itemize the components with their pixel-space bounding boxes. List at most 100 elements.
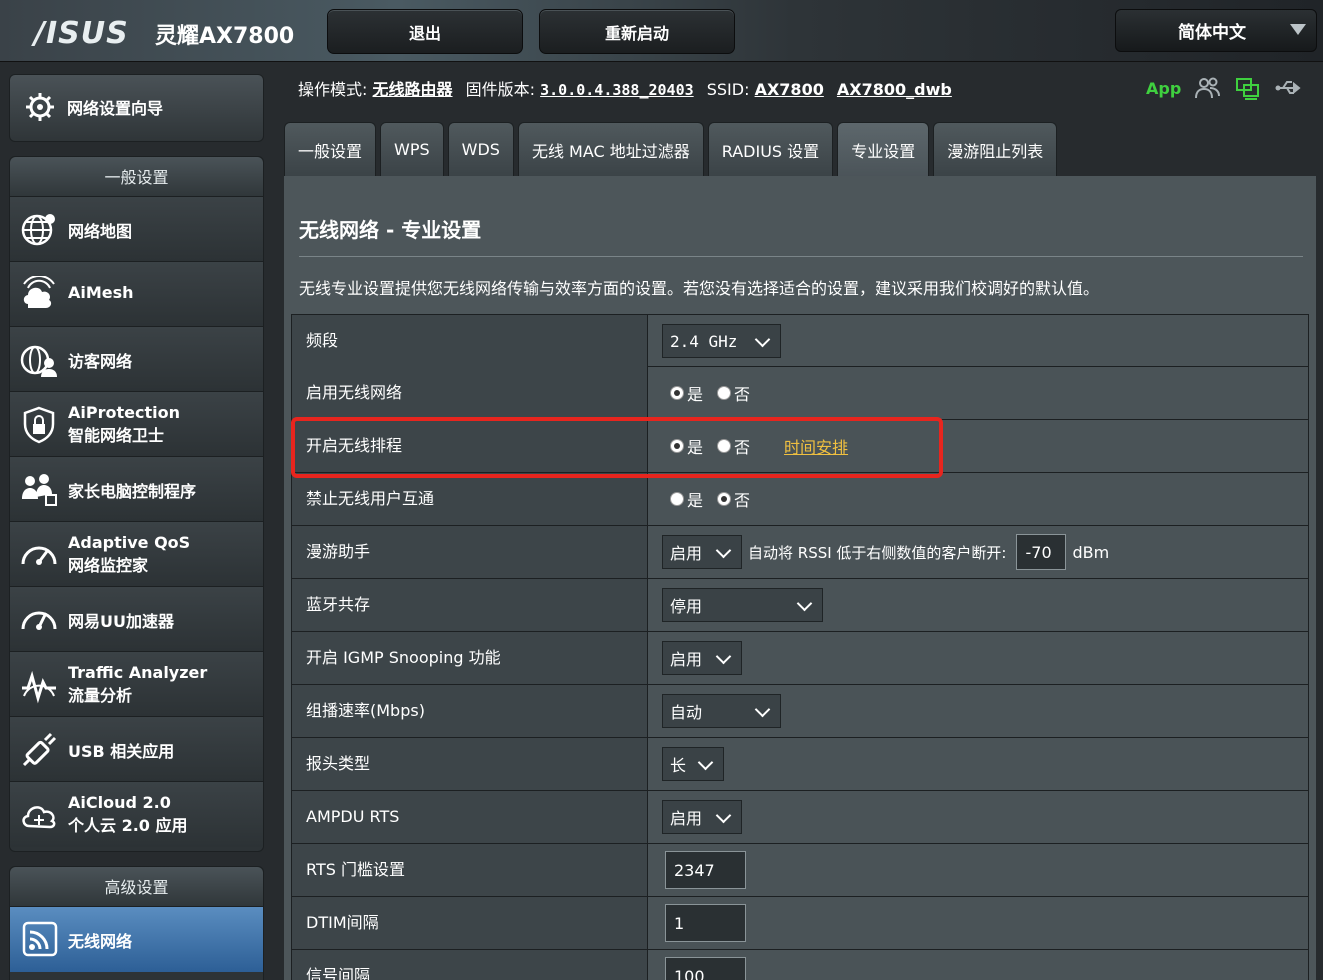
row-label: DTIM间隔: [292, 897, 648, 949]
page-description: 无线专业设置提供您无线网络传输与效率方面的设置。若您没有选择适合的设置，建议采用…: [299, 279, 1100, 298]
sidebar-general-section: 一般设置 网络地图 AiMesh 访客网络 AiProtection 智能网络卫…: [9, 156, 264, 852]
sidebar-item-label: 无线网络: [68, 932, 133, 951]
sidebar-item-label: USB 相关应用: [68, 742, 175, 761]
sidebar-item-usb-apps[interactable]: USB 相关应用: [10, 717, 263, 782]
firmware-link[interactable]: 3.0.0.4.388_20403: [540, 81, 694, 99]
chevron-down-icon: [715, 648, 732, 665]
sidebar-item-aimesh[interactable]: AiMesh: [10, 262, 263, 327]
sidebar-item-traffic-analyzer[interactable]: Traffic Analyzer 流量分析: [10, 652, 263, 717]
enable-radio-yes[interactable]: [670, 386, 684, 400]
sidebar-advanced-section: 高级设置 无线网络: [9, 866, 264, 980]
schedule-radio-yes[interactable]: [670, 439, 684, 453]
row-label: 频段: [292, 315, 648, 367]
rssi-input[interactable]: -70: [1016, 534, 1067, 570]
row-label: 启用无线网络: [292, 367, 648, 419]
sidebar-item-parental-control[interactable]: 家长电脑控制程序: [10, 457, 263, 522]
rts-threshold-input[interactable]: 2347: [665, 851, 746, 889]
ssid-link-2[interactable]: AX7800_dwb: [837, 80, 952, 99]
row-label: 信号间隔: [292, 950, 648, 980]
wizard-gear-icon: [26, 93, 54, 121]
row-label: 组播速率(Mbps): [292, 685, 648, 737]
igmp-value: 启用: [670, 650, 703, 669]
table-row: 开启 IGMP Snooping 功能 启用: [291, 632, 1309, 685]
sidebar-item-uu-accelerator[interactable]: 网易UU加速器: [10, 587, 263, 652]
band-value: 2.4 GHz: [670, 331, 738, 351]
reboot-button[interactable]: 重新启动: [539, 9, 735, 54]
ampdu-rts-select[interactable]: 启用: [662, 800, 742, 834]
schedule-link[interactable]: 时间安排: [784, 434, 848, 458]
sidebar-item-aicloud[interactable]: AiCloud 2.0 个人云 2.0 应用: [10, 782, 263, 847]
usb-status-icon[interactable]: [1275, 76, 1303, 100]
isolate-radio-no[interactable]: [717, 492, 732, 506]
preamble-select[interactable]: 长: [662, 747, 724, 781]
row-label: 蓝牙共存: [292, 579, 648, 631]
roaming-select[interactable]: 启用: [662, 535, 742, 569]
sidebar-item-label: 家长电脑控制程序: [68, 482, 197, 501]
table-row: 组播速率(Mbps) 自动: [291, 685, 1309, 738]
logout-button[interactable]: 退出: [327, 9, 523, 54]
top-bar: /ISUS 灵耀AX7800 退出 重新启动 简体中文: [0, 0, 1323, 62]
sidebar-item-label: 网易UU加速器: [68, 612, 174, 631]
sidebar-item-network-wizard[interactable]: 网络设置向导: [9, 74, 264, 142]
shield-lock-icon: [23, 406, 55, 444]
sidebar-item-sublabel: 流量分析: [68, 686, 133, 705]
tab-wds[interactable]: WDS: [447, 122, 514, 176]
mesh-icon: [23, 276, 55, 308]
speedometer-icon: [21, 611, 57, 630]
language-select[interactable]: 简体中文: [1115, 9, 1317, 52]
enable-radio-no[interactable]: [717, 386, 732, 400]
router-admin-page: /ISUS 灵耀AX7800 退出 重新启动 简体中文 网络设置向导 一般设置 …: [0, 0, 1323, 980]
ampdu-rts-value: 启用: [670, 809, 703, 828]
sidebar-item-network-map[interactable]: 网络地图: [10, 197, 263, 262]
sidebar-item-label: Traffic Analyzer: [68, 663, 208, 682]
language-value: 简体中文: [1178, 23, 1246, 43]
section-header: 高级设置: [10, 867, 263, 907]
row-label: RTS 门槛设置: [292, 844, 648, 896]
radio-label: 是: [687, 438, 704, 457]
row-label: 开启 IGMP Snooping 功能: [292, 632, 648, 684]
tab-radius[interactable]: RADIUS 设置: [707, 122, 834, 176]
table-row: 报头类型 长: [291, 738, 1309, 791]
sidebar-item-wireless[interactable]: 无线网络: [10, 907, 263, 972]
schedule-radio-no[interactable]: [717, 439, 732, 453]
ssid-link-1[interactable]: AX7800: [755, 80, 824, 99]
chevron-down-icon: [715, 807, 732, 824]
sidebar-item-label: AiMesh: [68, 283, 134, 302]
model-name: 灵耀AX7800: [155, 24, 295, 49]
tab-mac-filter[interactable]: 无线 MAC 地址过滤器: [517, 122, 704, 176]
sidebar-item-guest-network[interactable]: 访客网络: [10, 327, 263, 392]
tab-general[interactable]: 一般设置: [284, 122, 377, 176]
tab-professional[interactable]: 专业设置: [837, 122, 930, 176]
settings-table: 频段 2.4 GHz 启用无线网络 是 否 开启无线排程 是 否 时间安排 禁止…: [291, 314, 1309, 980]
sidebar-item-label: AiCloud 2.0: [68, 793, 171, 812]
preamble-value: 长: [670, 756, 687, 775]
sidebar-item-label: 访客网络: [68, 352, 133, 371]
bluetooth-coex-select[interactable]: 停用: [662, 588, 823, 622]
tab-roaming-block[interactable]: 漫游阻止列表: [933, 122, 1058, 176]
row-label: 禁止无线用户互通: [292, 473, 648, 525]
sidebar-item-sublabel: 智能网络卫士: [68, 426, 165, 445]
sidebar-item-aiprotection[interactable]: AiProtection 智能网络卫士: [10, 392, 263, 457]
network-status-icon[interactable]: [1235, 76, 1261, 100]
firmware-label: 固件版本:: [465, 80, 536, 99]
sidebar-item-label: Adaptive QoS: [68, 533, 191, 552]
band-select[interactable]: 2.4 GHz: [662, 324, 781, 358]
app-link[interactable]: App: [1146, 79, 1181, 98]
sidebar-item-label: AiProtection: [68, 403, 180, 422]
table-row: 启用无线网络 是 否: [291, 367, 1309, 420]
multicast-rate-select[interactable]: 自动: [662, 694, 781, 728]
row-label: 漫游助手: [292, 526, 648, 578]
radio-label: 是: [687, 491, 704, 510]
table-row: 频段 2.4 GHz: [291, 314, 1309, 367]
beacon-interval-input[interactable]: 100: [665, 957, 746, 980]
status-info-bar: 操作模式: 无线路由器 固件版本: 3.0.0.4.388_20403 SSID…: [298, 76, 960, 100]
isolate-radio-yes[interactable]: [670, 492, 684, 506]
sidebar-item-adaptive-qos[interactable]: Adaptive QoS 网络监控家: [10, 522, 263, 587]
dtim-interval-input[interactable]: 1: [665, 904, 746, 942]
igmp-select[interactable]: 启用: [662, 641, 742, 675]
clients-icon[interactable]: [1195, 76, 1221, 100]
guest-network-icon: [20, 345, 57, 377]
row-label: AMPDU RTS: [292, 791, 648, 843]
tab-wps[interactable]: WPS: [380, 122, 444, 176]
op-mode-link[interactable]: 无线路由器: [373, 80, 453, 99]
